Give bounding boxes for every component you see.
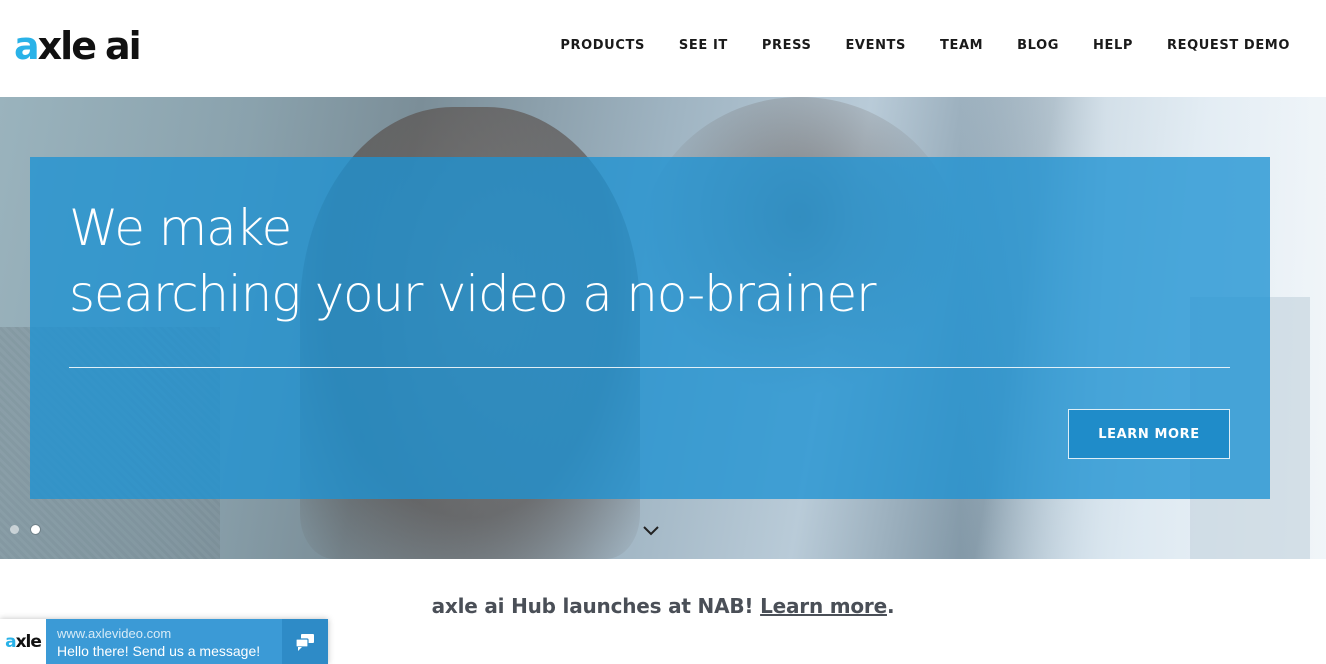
logo-letters-xle: xle — [37, 24, 97, 68]
slider-pagination — [10, 525, 40, 534]
hero-headline-line2: searching your video a no-brainer — [69, 265, 877, 323]
nav-help[interactable]: HELP — [1093, 38, 1133, 53]
nav-press[interactable]: PRESS — [762, 38, 812, 53]
chat-logo-letter-a: a — [5, 631, 17, 652]
chat-body[interactable]: www.axlevideo.com Hello there! Send us a… — [46, 619, 282, 664]
nav-request-demo[interactable]: REQUEST DEMO — [1167, 38, 1290, 53]
chat-logo-letters: xle — [15, 631, 42, 652]
hero-headline: We make searching your video a no-braine… — [69, 195, 877, 327]
learn-more-button[interactable]: LEARN MORE — [1068, 409, 1230, 459]
announcement-suffix: . — [886, 594, 895, 618]
chat-open-button[interactable] — [282, 619, 328, 664]
nav-team[interactable]: TEAM — [940, 38, 983, 53]
logo-letter-a: a — [14, 24, 40, 68]
chat-bubbles-icon — [295, 633, 314, 651]
chat-widget[interactable]: a xle www.axlevideo.com Hello there! Send… — [0, 619, 328, 664]
nav-products[interactable]: PRODUCTS — [560, 38, 645, 53]
chat-logo: a xle — [0, 619, 46, 664]
announcement-learn-more-link[interactable]: Learn more — [760, 594, 887, 618]
site-header: a xle ai PRODUCTS SEE IT PRESS EVENTS TEAM… — [0, 0, 1326, 97]
announcement-bar: axle ai Hub launches at NAB! Learn more. — [0, 594, 1326, 618]
hero-divider — [69, 367, 1230, 368]
slide-dot-1[interactable] — [10, 525, 19, 534]
chat-url: www.axlevideo.com — [57, 626, 172, 641]
chevron-down-icon[interactable] — [641, 523, 661, 537]
hero-caption-panel: We make searching your video a no-braine… — [30, 157, 1270, 499]
nav-blog[interactable]: BLOG — [1017, 38, 1059, 53]
nav-see-it[interactable]: SEE IT — [679, 38, 728, 53]
nav-events[interactable]: EVENTS — [845, 38, 906, 53]
logo-letters-ai: ai — [104, 24, 142, 68]
main-nav: PRODUCTS SEE IT PRESS EVENTS TEAM BLOG H… — [526, 38, 1290, 53]
announcement-text: axle ai Hub launches at NAB! — [431, 594, 761, 618]
hero-slider: We make searching your video a no-braine… — [0, 97, 1326, 559]
axle-ai-logo[interactable]: a xle ai — [14, 24, 142, 68]
chat-message: Hello there! Send us a message! — [57, 643, 261, 659]
slide-dot-2-active[interactable] — [31, 525, 40, 534]
hero-headline-line1: We make — [69, 199, 292, 257]
